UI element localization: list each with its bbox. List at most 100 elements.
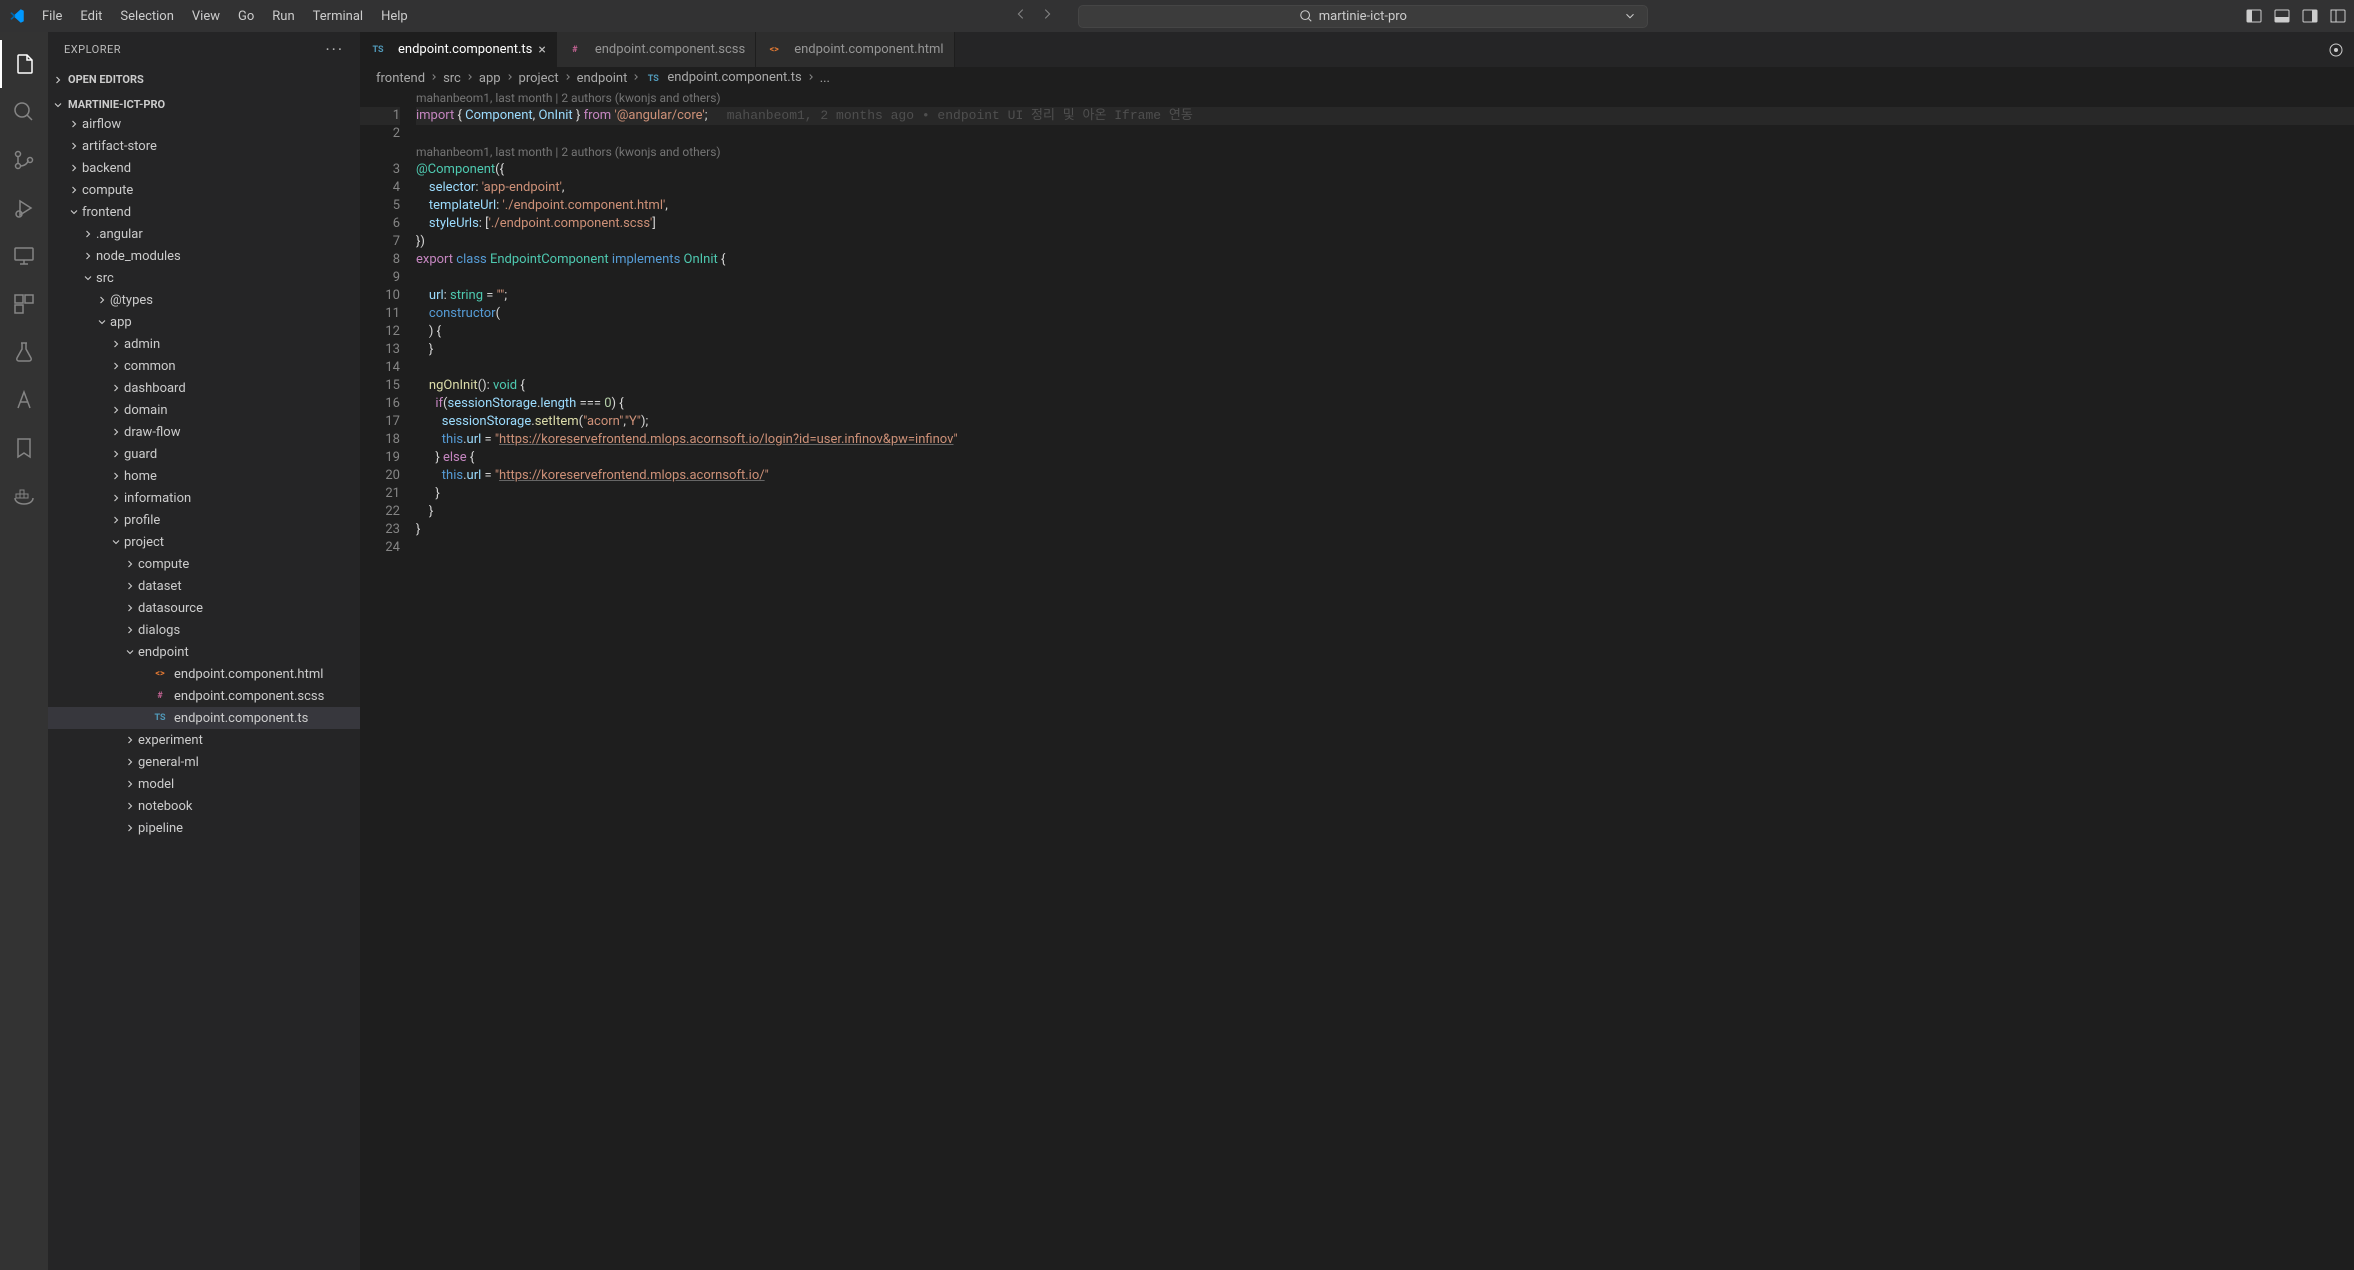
activity-bookmark[interactable] — [0, 424, 48, 472]
activity-remote[interactable] — [0, 232, 48, 280]
sidebar-more-icon[interactable]: ··· — [325, 40, 344, 59]
tree-item[interactable]: admin — [48, 333, 360, 355]
tree-item[interactable]: endpoint — [48, 641, 360, 663]
activity-testing[interactable] — [0, 328, 48, 376]
code-line[interactable]: ) { — [416, 323, 2354, 341]
menu-file[interactable]: File — [34, 5, 70, 28]
code-line[interactable]: } — [416, 341, 2354, 359]
tree-item[interactable]: domain — [48, 399, 360, 421]
breadcrumb-item[interactable]: project — [519, 71, 559, 86]
tab-close-icon[interactable]: × — [538, 42, 545, 58]
compare-icon[interactable] — [2328, 42, 2344, 58]
tree-item[interactable]: general-ml — [48, 751, 360, 773]
tree-item[interactable]: artifact-store — [48, 135, 360, 157]
code-line[interactable] — [416, 125, 2354, 143]
code-line[interactable] — [416, 359, 2354, 377]
code-line[interactable]: this.url = "https://koreservefrontend.ml… — [416, 431, 2354, 449]
tree-item[interactable]: model — [48, 773, 360, 795]
command-search[interactable]: martinie-ict-pro — [1078, 5, 1648, 28]
code-line[interactable] — [416, 269, 2354, 287]
codelens[interactable]: mahanbeom1, last month | 2 authors (kwon… — [416, 143, 2354, 161]
tree-item[interactable]: datasource — [48, 597, 360, 619]
tree-item[interactable]: dataset — [48, 575, 360, 597]
code-line[interactable] — [416, 539, 2354, 557]
breadcrumb-item[interactable]: endpoint — [577, 71, 628, 86]
code-line[interactable]: constructor( — [416, 305, 2354, 323]
menu-help[interactable]: Help — [373, 5, 416, 28]
editor-tab[interactable]: <>endpoint.component.html — [756, 32, 954, 67]
code-line[interactable]: selector: 'app-endpoint', — [416, 179, 2354, 197]
tree-item[interactable]: dashboard — [48, 377, 360, 399]
tree-item[interactable]: node_modules — [48, 245, 360, 267]
customize-layout-icon[interactable] — [2330, 8, 2346, 24]
tree-item[interactable]: home — [48, 465, 360, 487]
tree-item[interactable]: draw-flow — [48, 421, 360, 443]
code-line[interactable]: this.url = "https://koreservefrontend.ml… — [416, 467, 2354, 485]
code-content[interactable]: mahanbeom1, last month | 2 authors (kwon… — [416, 89, 2354, 1270]
code-line[interactable]: if(sessionStorage.length === 0) { — [416, 395, 2354, 413]
tree-item[interactable]: frontend — [48, 201, 360, 223]
breadcrumb-item[interactable]: TSendpoint.component.ts — [645, 70, 801, 87]
breadcrumb-item[interactable]: src — [443, 71, 461, 86]
tree-item[interactable]: .angular — [48, 223, 360, 245]
project-section[interactable]: MARTINIE-ICT-PRO — [48, 96, 360, 113]
activity-search[interactable] — [0, 88, 48, 136]
code-line[interactable]: } else { — [416, 449, 2354, 467]
code-line[interactable]: }) — [416, 233, 2354, 251]
code-line[interactable]: sessionStorage.setItem("acorn","Y"); — [416, 413, 2354, 431]
breadcrumbs[interactable]: frontend src app project endpoint TSendpoint.… — [360, 67, 2354, 89]
nav-back-icon[interactable] — [1014, 7, 1028, 25]
code-line[interactable]: templateUrl: './endpoint.component.html'… — [416, 197, 2354, 215]
code-line[interactable]: ngOnInit(): void { — [416, 377, 2354, 395]
breadcrumb-item[interactable]: frontend — [376, 71, 425, 86]
breadcrumb-item[interactable]: ... — [820, 71, 830, 86]
activity-docker[interactable] — [0, 472, 48, 520]
activity-explorer[interactable] — [0, 40, 48, 88]
tree-item[interactable]: dialogs — [48, 619, 360, 641]
activity-source-control[interactable] — [0, 136, 48, 184]
panel-left-icon[interactable] — [2246, 8, 2262, 24]
menu-run[interactable]: Run — [264, 5, 302, 28]
editor-tab[interactable]: #endpoint.component.scss — [557, 32, 756, 67]
tree-item[interactable]: experiment — [48, 729, 360, 751]
tree-item[interactable]: airflow — [48, 113, 360, 135]
code-line[interactable]: } — [416, 503, 2354, 521]
menu-selection[interactable]: Selection — [112, 5, 181, 28]
tree-item[interactable]: profile — [48, 509, 360, 531]
code-line[interactable]: @Component({ — [416, 161, 2354, 179]
editor-tab[interactable]: TSendpoint.component.ts× — [360, 32, 557, 67]
panel-right-icon[interactable] — [2302, 8, 2318, 24]
activity-extensions[interactable] — [0, 280, 48, 328]
breadcrumb-item[interactable]: app — [479, 71, 501, 86]
code-line[interactable]: export class EndpointComponent implement… — [416, 251, 2354, 269]
tree-item[interactable]: <>endpoint.component.html — [48, 663, 360, 685]
tree-item[interactable]: #endpoint.component.scss — [48, 685, 360, 707]
tree-item[interactable]: common — [48, 355, 360, 377]
tree-item[interactable]: src — [48, 267, 360, 289]
tree-item[interactable]: @types — [48, 289, 360, 311]
activity-run-debug[interactable] — [0, 184, 48, 232]
menu-go[interactable]: Go — [230, 5, 262, 28]
panel-bottom-icon[interactable] — [2274, 8, 2290, 24]
nav-forward-icon[interactable] — [1040, 7, 1054, 25]
chevron-down-icon[interactable] — [1623, 9, 1637, 23]
tree-item[interactable]: compute — [48, 179, 360, 201]
code-line[interactable]: url: string = ""; — [416, 287, 2354, 305]
codelens[interactable]: mahanbeom1, last month | 2 authors (kwon… — [416, 89, 2354, 107]
code-line[interactable]: styleUrls: ['./endpoint.component.scss'] — [416, 215, 2354, 233]
code-line[interactable]: } — [416, 521, 2354, 539]
code-line[interactable]: import { Component, OnInit } from '@angu… — [416, 107, 2354, 125]
open-editors-section[interactable]: OPEN EDITORS — [48, 71, 360, 88]
tree-item[interactable]: project — [48, 531, 360, 553]
tree-item[interactable]: information — [48, 487, 360, 509]
tree-item[interactable]: pipeline — [48, 817, 360, 839]
tree-item[interactable]: TSendpoint.component.ts — [48, 707, 360, 729]
menu-terminal[interactable]: Terminal — [305, 5, 371, 28]
tree-item[interactable]: notebook — [48, 795, 360, 817]
menu-view[interactable]: View — [184, 5, 228, 28]
tree-item[interactable]: backend — [48, 157, 360, 179]
tree-item[interactable]: app — [48, 311, 360, 333]
code-line[interactable]: } — [416, 485, 2354, 503]
tree-item[interactable]: guard — [48, 443, 360, 465]
code-editor[interactable]: 123456789101112131415161718192021222324 … — [360, 89, 2354, 1270]
